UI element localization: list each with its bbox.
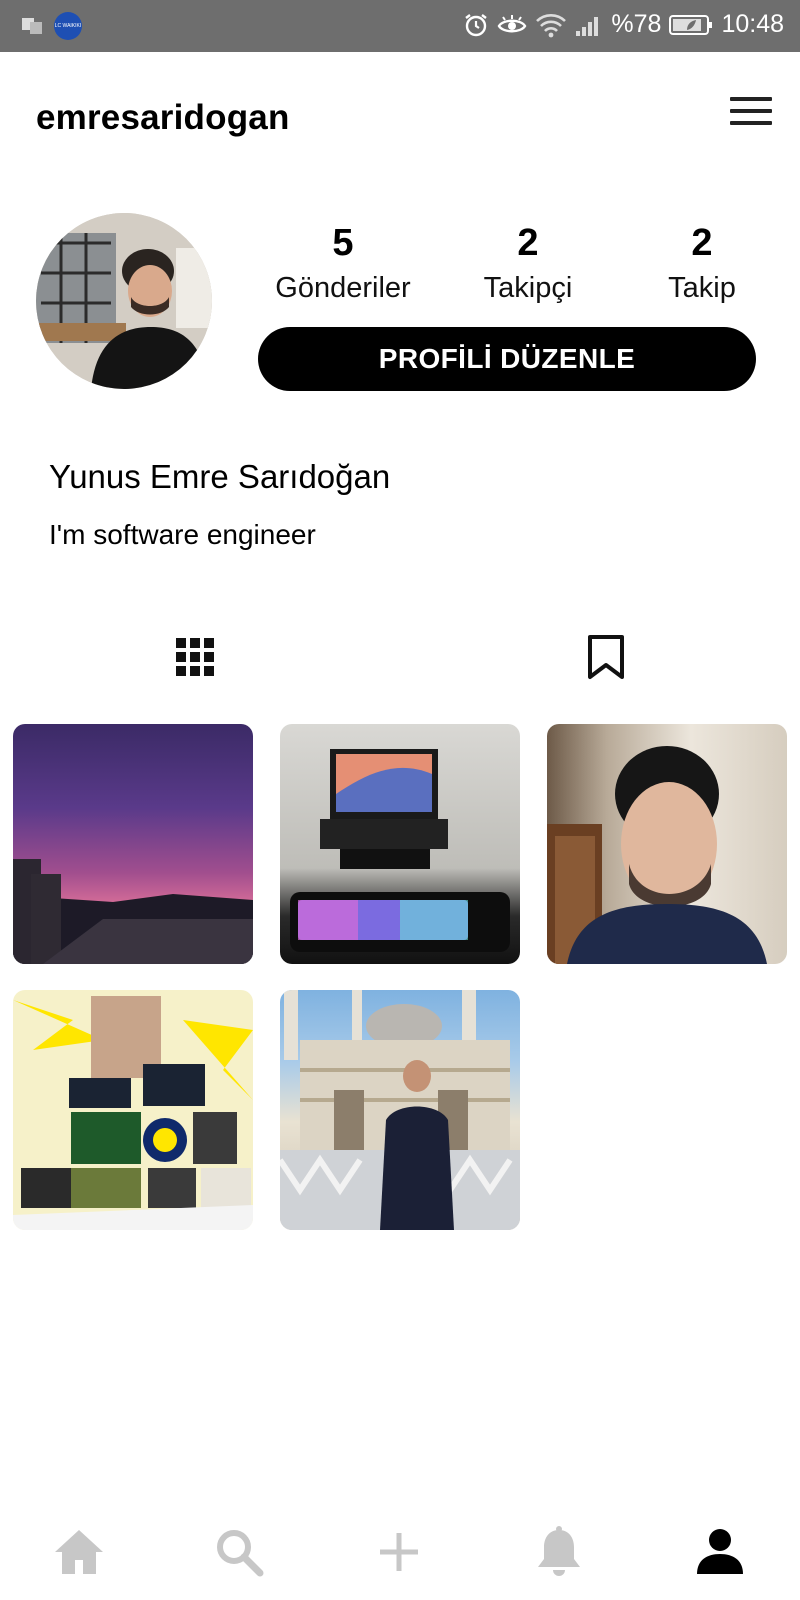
menu-icon-line	[730, 97, 772, 101]
alarm-icon	[463, 12, 489, 38]
following-stat[interactable]: 2 Takip	[652, 218, 752, 308]
posts-label: Gönderiler	[275, 272, 411, 304]
bio: I'm software engineer	[49, 519, 316, 550]
posts-count: 5	[332, 222, 354, 264]
posts-stat[interactable]: 5 Gönderiler	[258, 218, 428, 308]
tab-saved[interactable]	[586, 634, 626, 680]
nav-add[interactable]	[359, 1512, 439, 1592]
signal-icon	[575, 13, 603, 37]
app-badge-text: LC WAIKIKI	[54, 23, 82, 29]
following-label: Takip	[668, 272, 736, 304]
nav-notifications[interactable]	[519, 1512, 599, 1592]
followers-label: Takipçi	[483, 272, 573, 304]
post-thumbnail[interactable]	[13, 724, 253, 964]
battery-percent: %78	[611, 10, 662, 38]
menu-icon-line	[730, 109, 772, 113]
full-name: Yunus Emre Sarıdoğan	[49, 458, 391, 495]
profile-icon	[697, 1529, 743, 1574]
avatar[interactable]	[36, 213, 212, 389]
followers-stat[interactable]: 2 Takipçi	[473, 218, 583, 308]
status-bar: LC WAIKIKI %78 10:48	[0, 0, 800, 52]
status-notifications: LC WAIKIKI	[22, 12, 82, 40]
post-thumbnail[interactable]	[280, 724, 520, 964]
menu-button[interactable]	[730, 97, 772, 127]
nav-search[interactable]	[199, 1512, 279, 1592]
tab-posts-grid[interactable]	[176, 638, 214, 676]
followers-count: 2	[517, 222, 539, 264]
wifi-icon	[535, 12, 567, 38]
following-count: 2	[691, 222, 713, 264]
home-icon	[55, 1530, 103, 1574]
add-icon	[380, 1533, 418, 1571]
clock: 10:48	[721, 10, 784, 38]
status-indicators: %78 10:48	[463, 10, 784, 39]
nav-profile[interactable]	[680, 1512, 760, 1592]
notification-icon	[22, 16, 44, 36]
bottom-navigation	[0, 1500, 800, 1600]
grid-icon	[176, 638, 214, 676]
battery-icon	[669, 14, 713, 36]
profile-header: emresaridogan	[0, 52, 800, 182]
app-notification-icon: LC WAIKIKI	[54, 12, 82, 40]
profile-stats: 5 Gönderiler 2 Takipçi 2 Takip	[258, 218, 768, 308]
bell-icon	[538, 1526, 580, 1576]
bookmark-icon	[588, 635, 624, 679]
post-thumbnail[interactable]	[547, 724, 787, 964]
nav-home[interactable]	[39, 1512, 119, 1592]
menu-icon-line	[730, 121, 772, 125]
post-thumbnail[interactable]	[280, 990, 520, 1230]
search-icon	[217, 1530, 264, 1577]
post-thumbnail[interactable]	[13, 990, 253, 1230]
edit-profile-button[interactable]: PROFİLİ DÜZENLE	[258, 327, 756, 391]
eye-comfort-icon	[497, 14, 527, 36]
username-title: emresaridogan	[36, 98, 290, 137]
